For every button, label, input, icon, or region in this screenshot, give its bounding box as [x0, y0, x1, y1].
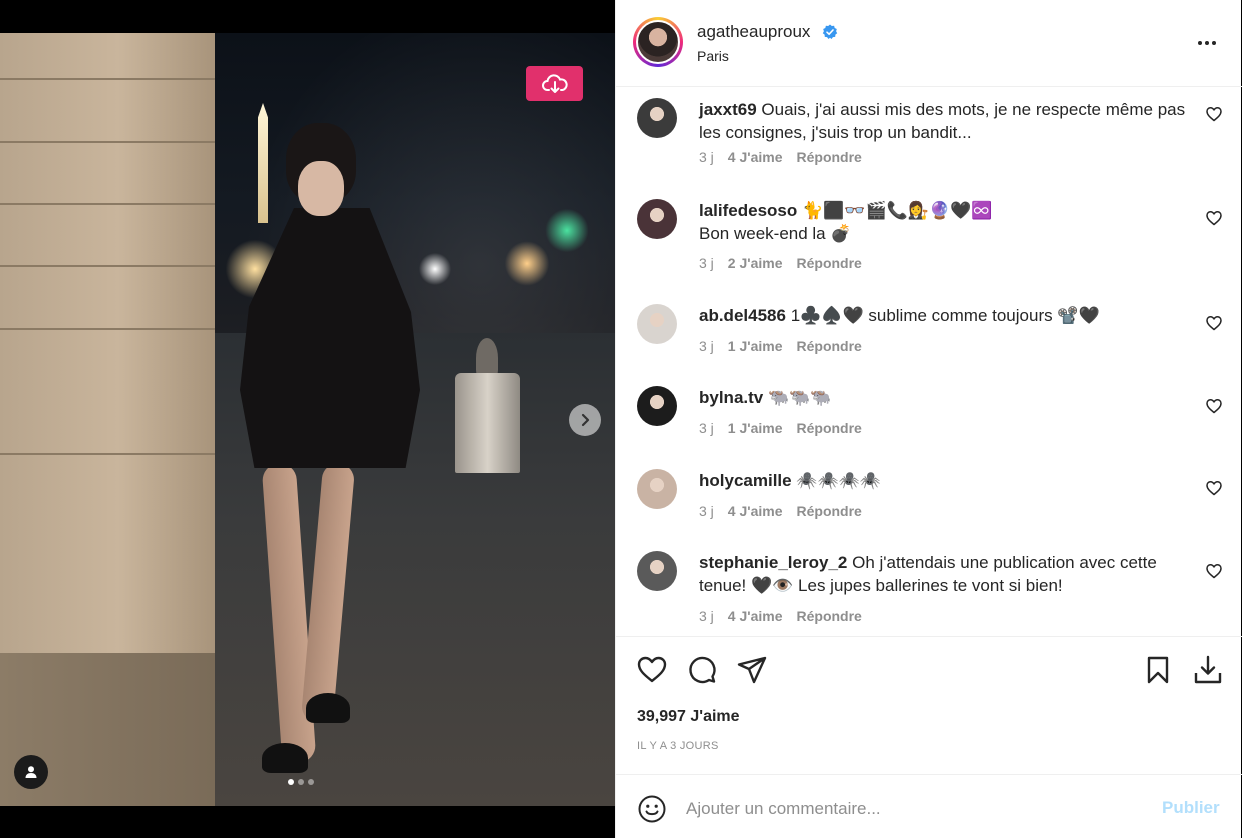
post-actions: 39,997 J'aime IL Y A 3 JOURS: [616, 636, 1242, 774]
photo-person-face: [298, 161, 344, 216]
photo-bollard: [455, 373, 520, 473]
comment-body: 🐃🐃🐃: [767, 388, 832, 407]
carousel-dot: [308, 779, 314, 785]
comment-username[interactable]: stephanie_leroy_2: [699, 553, 847, 572]
comment-like-icon[interactable]: [1205, 562, 1223, 580]
comment-text: lalifedesoso 🐈⬛👓🎬📞👩‍⚖️🔮🖤♾️ Bon week-end l…: [699, 199, 1199, 245]
author-username[interactable]: agatheauproux: [697, 22, 810, 42]
add-comment-bar: Publier: [616, 774, 1242, 838]
reply-button[interactable]: Répondre: [797, 255, 862, 271]
comment-like-icon[interactable]: [1205, 209, 1223, 227]
download-media-button[interactable]: [526, 66, 583, 101]
reply-button[interactable]: Répondre: [797, 338, 862, 354]
post-media-pane: [0, 0, 615, 838]
comment-avatar[interactable]: [637, 199, 677, 239]
comment-like-icon[interactable]: [1205, 314, 1223, 332]
comment-avatar[interactable]: [637, 386, 677, 426]
comment-icon[interactable]: [686, 654, 718, 686]
comment-avatar[interactable]: [637, 469, 677, 509]
more-options-button[interactable]: [1194, 33, 1220, 53]
comment-likes[interactable]: 1 J'aime: [728, 338, 783, 354]
comment-body: 🕷️🕷️🕷️🕷️: [796, 471, 882, 490]
comment-body-line: Bon week-end la 💣: [699, 224, 852, 243]
send-icon[interactable]: [736, 654, 768, 686]
comment-time[interactable]: 3 j: [699, 608, 714, 624]
comment-time[interactable]: 3 j: [699, 503, 714, 519]
author-avatar[interactable]: [633, 17, 683, 67]
post-photo[interactable]: [0, 33, 615, 806]
comment-like-icon[interactable]: [1205, 479, 1223, 497]
publish-button[interactable]: Publier: [1162, 798, 1220, 818]
comment-avatar[interactable]: [637, 551, 677, 591]
comment-time[interactable]: 3 j: [699, 338, 714, 354]
comment-likes[interactable]: 1 J'aime: [728, 420, 783, 436]
post-details-panel: agatheauproux Paris jaxxt69 Ouais, j'ai …: [615, 0, 1242, 838]
comment-body: 1♣️♠️🖤 sublime comme toujours 📽️🖤: [790, 306, 1100, 325]
post-header: agatheauproux Paris: [616, 0, 1242, 87]
comment-meta: 3 j 1 J'aime Répondre: [699, 420, 862, 436]
cloud-download-icon: [541, 73, 568, 93]
comment-text: stephanie_leroy_2 Oh j'attendais une pub…: [699, 551, 1199, 597]
bookmark-icon[interactable]: [1142, 654, 1174, 686]
comment-time[interactable]: 3 j: [699, 420, 714, 436]
comment-likes[interactable]: 4 J'aime: [728, 503, 783, 519]
comment-username[interactable]: holycamille: [699, 471, 792, 490]
likes-count[interactable]: 39,997 J'aime: [637, 708, 740, 726]
photo-person-shoe: [262, 743, 308, 773]
reply-button[interactable]: Répondre: [797, 608, 862, 624]
download-tray-icon[interactable]: [1192, 654, 1224, 686]
comment-likes[interactable]: 4 J'aime: [728, 608, 783, 624]
more-horizontal-icon: [1198, 41, 1202, 45]
comment-username[interactable]: jaxxt69: [699, 100, 757, 119]
comment-username[interactable]: bylna.tv: [699, 388, 763, 407]
comment-input[interactable]: [686, 795, 1146, 823]
comment-avatar[interactable]: [637, 304, 677, 344]
comment-username[interactable]: lalifedesoso: [699, 201, 797, 220]
reply-button[interactable]: Répondre: [797, 503, 862, 519]
comment-meta: 3 j 2 J'aime Répondre: [699, 255, 862, 271]
comment-text: ab.del4586 1♣️♠️🖤 sublime comme toujours…: [699, 304, 1199, 327]
emoji-icon[interactable]: [637, 794, 667, 824]
photo-wall: [0, 33, 215, 653]
verified-badge-icon: [822, 24, 838, 39]
comment-meta: 3 j 4 J'aime Répondre: [699, 608, 862, 624]
carousel-next-button[interactable]: [569, 404, 601, 436]
carousel-indicator: [288, 779, 314, 785]
comment-time[interactable]: 3 j: [699, 255, 714, 271]
carousel-dot: [298, 779, 304, 785]
post-location[interactable]: Paris: [697, 48, 729, 64]
photo-person-shoe: [306, 693, 350, 723]
photo-bollard-top: [476, 338, 498, 378]
carousel-dot: [288, 779, 294, 785]
user-tag-icon: [25, 766, 37, 778]
comment-like-icon[interactable]: [1205, 105, 1223, 123]
comment-meta: 3 j 4 J'aime Répondre: [699, 149, 862, 165]
reply-button[interactable]: Répondre: [797, 420, 862, 436]
comment-likes[interactable]: 2 J'aime: [728, 255, 783, 271]
comment-body: Ouais, j'ai aussi mis des mots, je ne re…: [699, 100, 1186, 142]
comments-list[interactable]: jaxxt69 Ouais, j'ai aussi mis des mots, …: [616, 88, 1242, 636]
comment-meta: 3 j 4 J'aime Répondre: [699, 503, 862, 519]
comment-avatar[interactable]: [637, 98, 677, 138]
comment-time[interactable]: 3 j: [699, 149, 714, 165]
heart-icon[interactable]: [636, 654, 668, 686]
comment-text: bylna.tv 🐃🐃🐃: [699, 386, 1199, 409]
comment-text: jaxxt69 Ouais, j'ai aussi mis des mots, …: [699, 98, 1199, 144]
post-timestamp[interactable]: IL Y A 3 JOURS: [637, 740, 719, 752]
chevron-right-icon: [581, 413, 590, 427]
tagged-users-button[interactable]: [14, 755, 48, 789]
comment-body: 🐈⬛👓🎬📞👩‍⚖️🔮🖤♾️: [802, 201, 993, 220]
comment-meta: 3 j 1 J'aime Répondre: [699, 338, 862, 354]
comment-username[interactable]: ab.del4586: [699, 306, 786, 325]
reply-button[interactable]: Répondre: [797, 149, 862, 165]
comment-text: holycamille 🕷️🕷️🕷️🕷️: [699, 469, 1199, 492]
comment-likes[interactable]: 4 J'aime: [728, 149, 783, 165]
comment-like-icon[interactable]: [1205, 397, 1223, 415]
